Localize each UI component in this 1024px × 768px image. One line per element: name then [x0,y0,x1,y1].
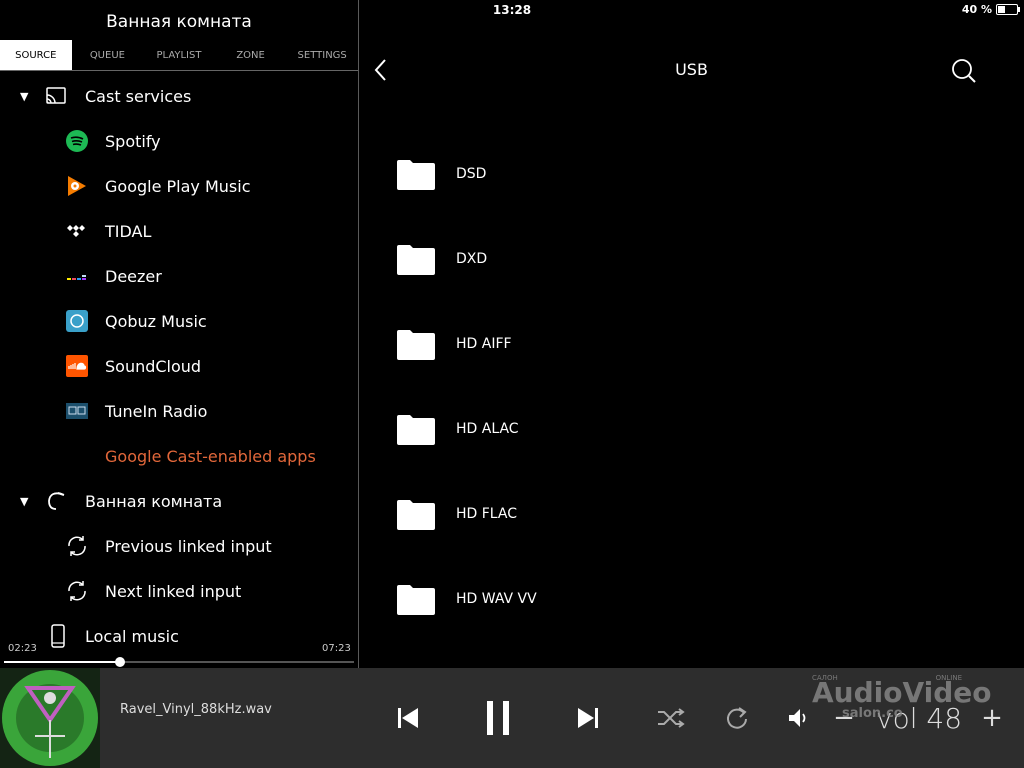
battery-icon [996,4,1020,15]
playback-progress[interactable] [4,657,354,667]
tab-bar: SOURCE QUEUE PLAYLIST ZONE SETTINGS [0,40,358,71]
cast-services-label: Cast services [85,86,192,106]
folder-name: DSD [456,166,487,182]
folder-item[interactable]: HD FLAC [396,494,517,534]
browser-title: USB [675,60,708,79]
progress-fill [4,661,120,663]
source-deezer[interactable]: Deezer [0,256,358,296]
folder-item[interactable]: DSD [396,154,486,194]
expand-arrow-icon[interactable]: ▼ [20,495,28,508]
soundcloud-icon [66,355,88,377]
source-tunein[interactable]: TuneIn Radio [0,391,358,431]
folder-item[interactable]: HD AIFF [396,324,512,364]
next-button[interactable] [573,668,603,768]
folder-icon [397,415,435,445]
skip-next-icon [578,708,598,728]
source-qobuz[interactable]: Qobuz Music [0,301,358,341]
room-item-label: Previous linked input [105,536,272,556]
source-google-play-music[interactable]: Google Play Music [0,166,358,206]
watermark-logo: САЛОН ONLINE AudioVideo salon.co [812,674,992,721]
room-section-label: Ванная комната [85,491,223,511]
repeat-icon [727,707,747,729]
pause-icon [487,701,509,735]
skip-previous-icon [398,708,418,728]
repeat-button[interactable] [722,668,752,768]
pause-button[interactable] [480,668,516,768]
room-title: Ванная комната [106,12,252,32]
tab-settings[interactable]: SETTINGS [286,40,358,70]
folder-name: HD AIFF [456,336,512,352]
qobuz-icon [66,310,88,332]
tab-source[interactable]: SOURCE [0,40,72,70]
speaker-icon [789,709,806,727]
cast-enabled-apps-label: Google Cast-enabled apps [105,446,316,466]
source-label: TuneIn Radio [105,401,208,421]
source-label: Spotify [105,131,161,151]
folder-icon [397,330,435,360]
source-label: Deezer [105,266,162,286]
cycle-icon [68,536,86,556]
spotify-icon [66,130,88,152]
tab-zone[interactable]: ZONE [215,40,287,70]
local-music[interactable]: Local music [0,616,358,656]
room-item-label: Next linked input [105,581,242,601]
deezer-icon [67,275,86,280]
folder-icon [397,500,435,530]
tab-playlist[interactable]: PLAYLIST [143,40,215,70]
source-label: SoundCloud [105,356,202,376]
battery-percent: 40 % [961,3,992,16]
player-bar: Ravel_Vinyl_88kHz.wav − vol 48 + САЛОН O… [0,668,1024,768]
cast-icon [46,87,66,104]
folder-name: HD WAV VV [456,591,537,607]
track-title: Ravel_Vinyl_88kHz.wav [120,702,272,717]
folder-icon [397,245,435,275]
tidal-icon [67,225,85,237]
folder-name: DXD [456,251,488,267]
folder-item[interactable]: HD WAV VV [396,579,537,619]
expand-arrow-icon[interactable]: ▼ [20,90,28,103]
tab-queue[interactable]: QUEUE [72,40,144,70]
progress-knob[interactable] [114,657,125,667]
previous-linked-input[interactable]: Previous linked input [0,526,358,566]
speaker-cable-icon [48,492,65,510]
source-soundcloud[interactable]: SoundCloud [0,346,358,386]
search-icon[interactable] [950,58,978,84]
room-section-header[interactable]: ▼ Ванная комната [0,481,358,521]
source-tidal[interactable]: TIDAL [0,211,358,251]
google-cast-enabled-apps-link[interactable]: Google Cast-enabled apps [0,436,358,476]
source-spotify[interactable]: Spotify [0,121,358,161]
local-music-label: Local music [85,626,179,646]
source-label: Google Play Music [105,176,251,196]
folder-item[interactable]: HD ALAC [396,409,519,449]
source-panel: Ванная комната SOURCE QUEUE PLAYLIST ZON… [0,0,359,668]
tunein-icon [66,403,88,419]
album-cover[interactable] [0,668,100,768]
source-label: Qobuz Music [105,311,207,331]
source-label: TIDAL [105,221,152,241]
phone-icon [51,624,65,648]
next-linked-input[interactable]: Next linked input [0,571,358,611]
watermark-text: AudioVideo [812,676,992,709]
mute-button[interactable] [785,668,813,768]
shuffle-button[interactable] [655,668,687,768]
previous-button[interactable] [393,668,423,768]
folder-name: HD FLAC [456,506,518,522]
folder-icon [397,160,435,190]
google-play-music-icon [68,176,86,196]
shuffle-icon [658,708,685,728]
duration-time: 07:23 [322,643,351,654]
folder-icon [397,585,435,615]
status-right: 40 % [961,3,1020,16]
folder-item[interactable]: DXD [396,239,487,279]
elapsed-time: 02:23 [8,643,37,654]
cycle-icon [68,581,86,601]
album-art-image [0,668,100,768]
folder-name: HD ALAC [456,421,519,437]
cast-services-header[interactable]: ▼ Cast services [0,76,358,116]
